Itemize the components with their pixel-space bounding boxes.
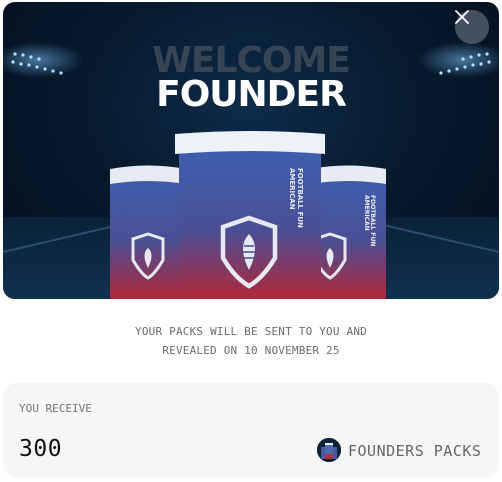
notice-line-2: REVEALED ON 10 NOVEMBER 25 [162,344,340,357]
pack-center: AMERICAN FOOTBALL FUN [175,131,325,299]
svg-text:AMERICAN: AMERICAN [288,168,296,210]
pack-left [110,165,186,299]
delivery-notice: YOUR PACKS WILL BE SENT TO YOU AND REVEA… [0,322,502,360]
title-founder: FOUNDER [156,74,347,115]
receive-item-label: FOUNDERS PACKS [348,442,482,460]
founders-pack-icon [317,438,341,462]
notice-line-1: YOUR PACKS WILL BE SENT TO YOU AND [135,325,367,338]
svg-text:FOOTBALL FUN: FOOTBALL FUN [369,195,376,246]
pack-right: AMERICAN FOOTBALL FUN [310,165,386,299]
receive-card: YOU RECEIVE 300 FOUNDERS PACKS [3,383,499,478]
svg-text:FOOTBALL FUN: FOOTBALL FUN [296,168,304,228]
close-button[interactable] [455,10,489,44]
receive-label: YOU RECEIVE [19,402,92,415]
close-icon [455,10,469,24]
receive-amount: 300 [19,436,63,462]
hero-banner: 40 40 AMERICAN FOOTBALL FUN [3,2,499,299]
svg-text:AMERICAN: AMERICAN [363,195,370,231]
